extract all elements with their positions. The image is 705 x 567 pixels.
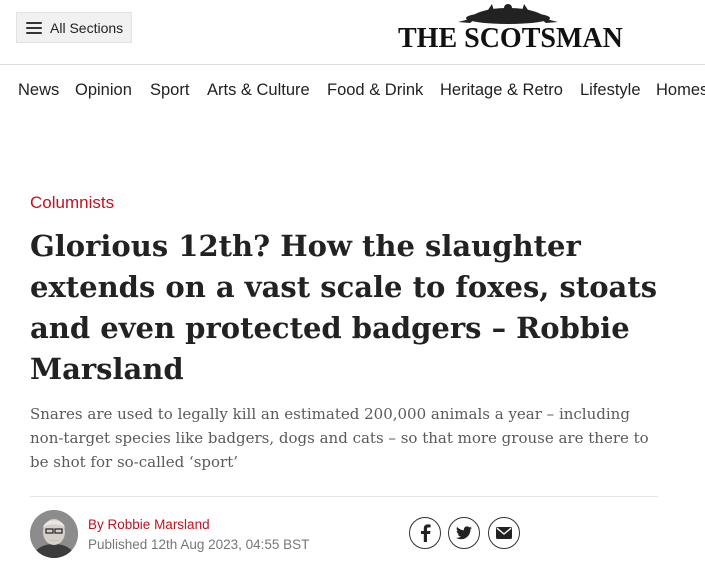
nav-item-opinion[interactable]: Opinion	[75, 81, 132, 100]
twitter-icon	[456, 526, 472, 540]
share-twitter-button[interactable]	[448, 517, 480, 549]
nav-item-news[interactable]: News	[18, 81, 59, 100]
hamburger-icon	[26, 21, 42, 34]
all-sections-button[interactable]: All Sections	[16, 12, 132, 43]
byline: By Robbie Marsland	[88, 517, 210, 532]
published-date: Published 12th Aug 2023, 04:55 BST	[88, 537, 310, 552]
nav-item-lifestyle[interactable]: Lifestyle	[580, 81, 641, 100]
main-nav: News Opinion Sport Arts & Culture Food &…	[0, 65, 705, 117]
author-photo	[30, 510, 78, 558]
article-standfirst: Snares are used to legally kill an estim…	[30, 405, 649, 471]
article-page: All Sections THE SCOTSMAN News Opinion S…	[0, 0, 705, 567]
facebook-icon	[421, 524, 431, 542]
section-kicker[interactable]: Columnists	[30, 193, 114, 213]
article-headline: Glorious 12th? How the slaughter extends…	[30, 229, 658, 386]
share-facebook-button[interactable]	[409, 517, 441, 549]
nav-item-food-drink[interactable]: Food & Drink	[327, 81, 423, 100]
share-email-button[interactable]	[488, 517, 520, 549]
all-sections-label: All Sections	[50, 19, 124, 36]
nav-item-homes[interactable]: Homes	[656, 81, 705, 100]
email-icon	[496, 527, 512, 539]
author-avatar[interactable]	[30, 510, 78, 558]
nav-item-arts-culture[interactable]: Arts & Culture	[207, 81, 310, 100]
logo-wordmark: THE SCOTSMAN	[398, 23, 623, 54]
author-link[interactable]: Robbie Marsland	[108, 517, 210, 532]
nav-item-heritage-retro[interactable]: Heritage & Retro	[440, 81, 563, 100]
meta-divider	[30, 496, 658, 497]
site-logo[interactable]: THE SCOTSMAN	[398, 4, 623, 54]
site-header: All Sections THE SCOTSMAN	[0, 0, 705, 64]
nav-item-sport[interactable]: Sport	[150, 81, 189, 100]
byline-prefix: By	[88, 517, 104, 532]
